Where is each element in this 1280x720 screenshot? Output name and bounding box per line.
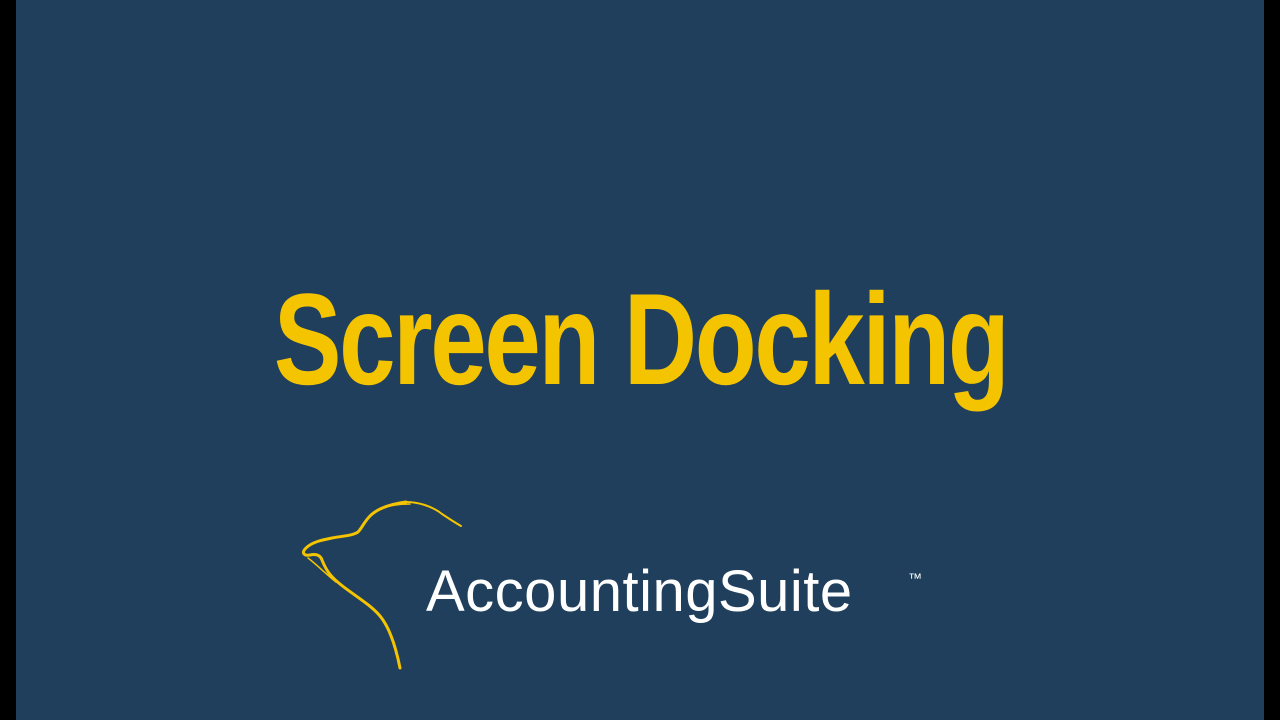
video-frame: Screen Docking AccountingSuite ™: [0, 0, 1280, 720]
accountingsuite-logo: AccountingSuite ™: [286, 500, 966, 680]
title-slide: Screen Docking AccountingSuite ™: [16, 0, 1264, 720]
trademark-symbol: ™: [908, 570, 922, 586]
brand-name: AccountingSuite: [426, 559, 853, 624]
slide-title: Screen Docking: [273, 266, 1010, 412]
